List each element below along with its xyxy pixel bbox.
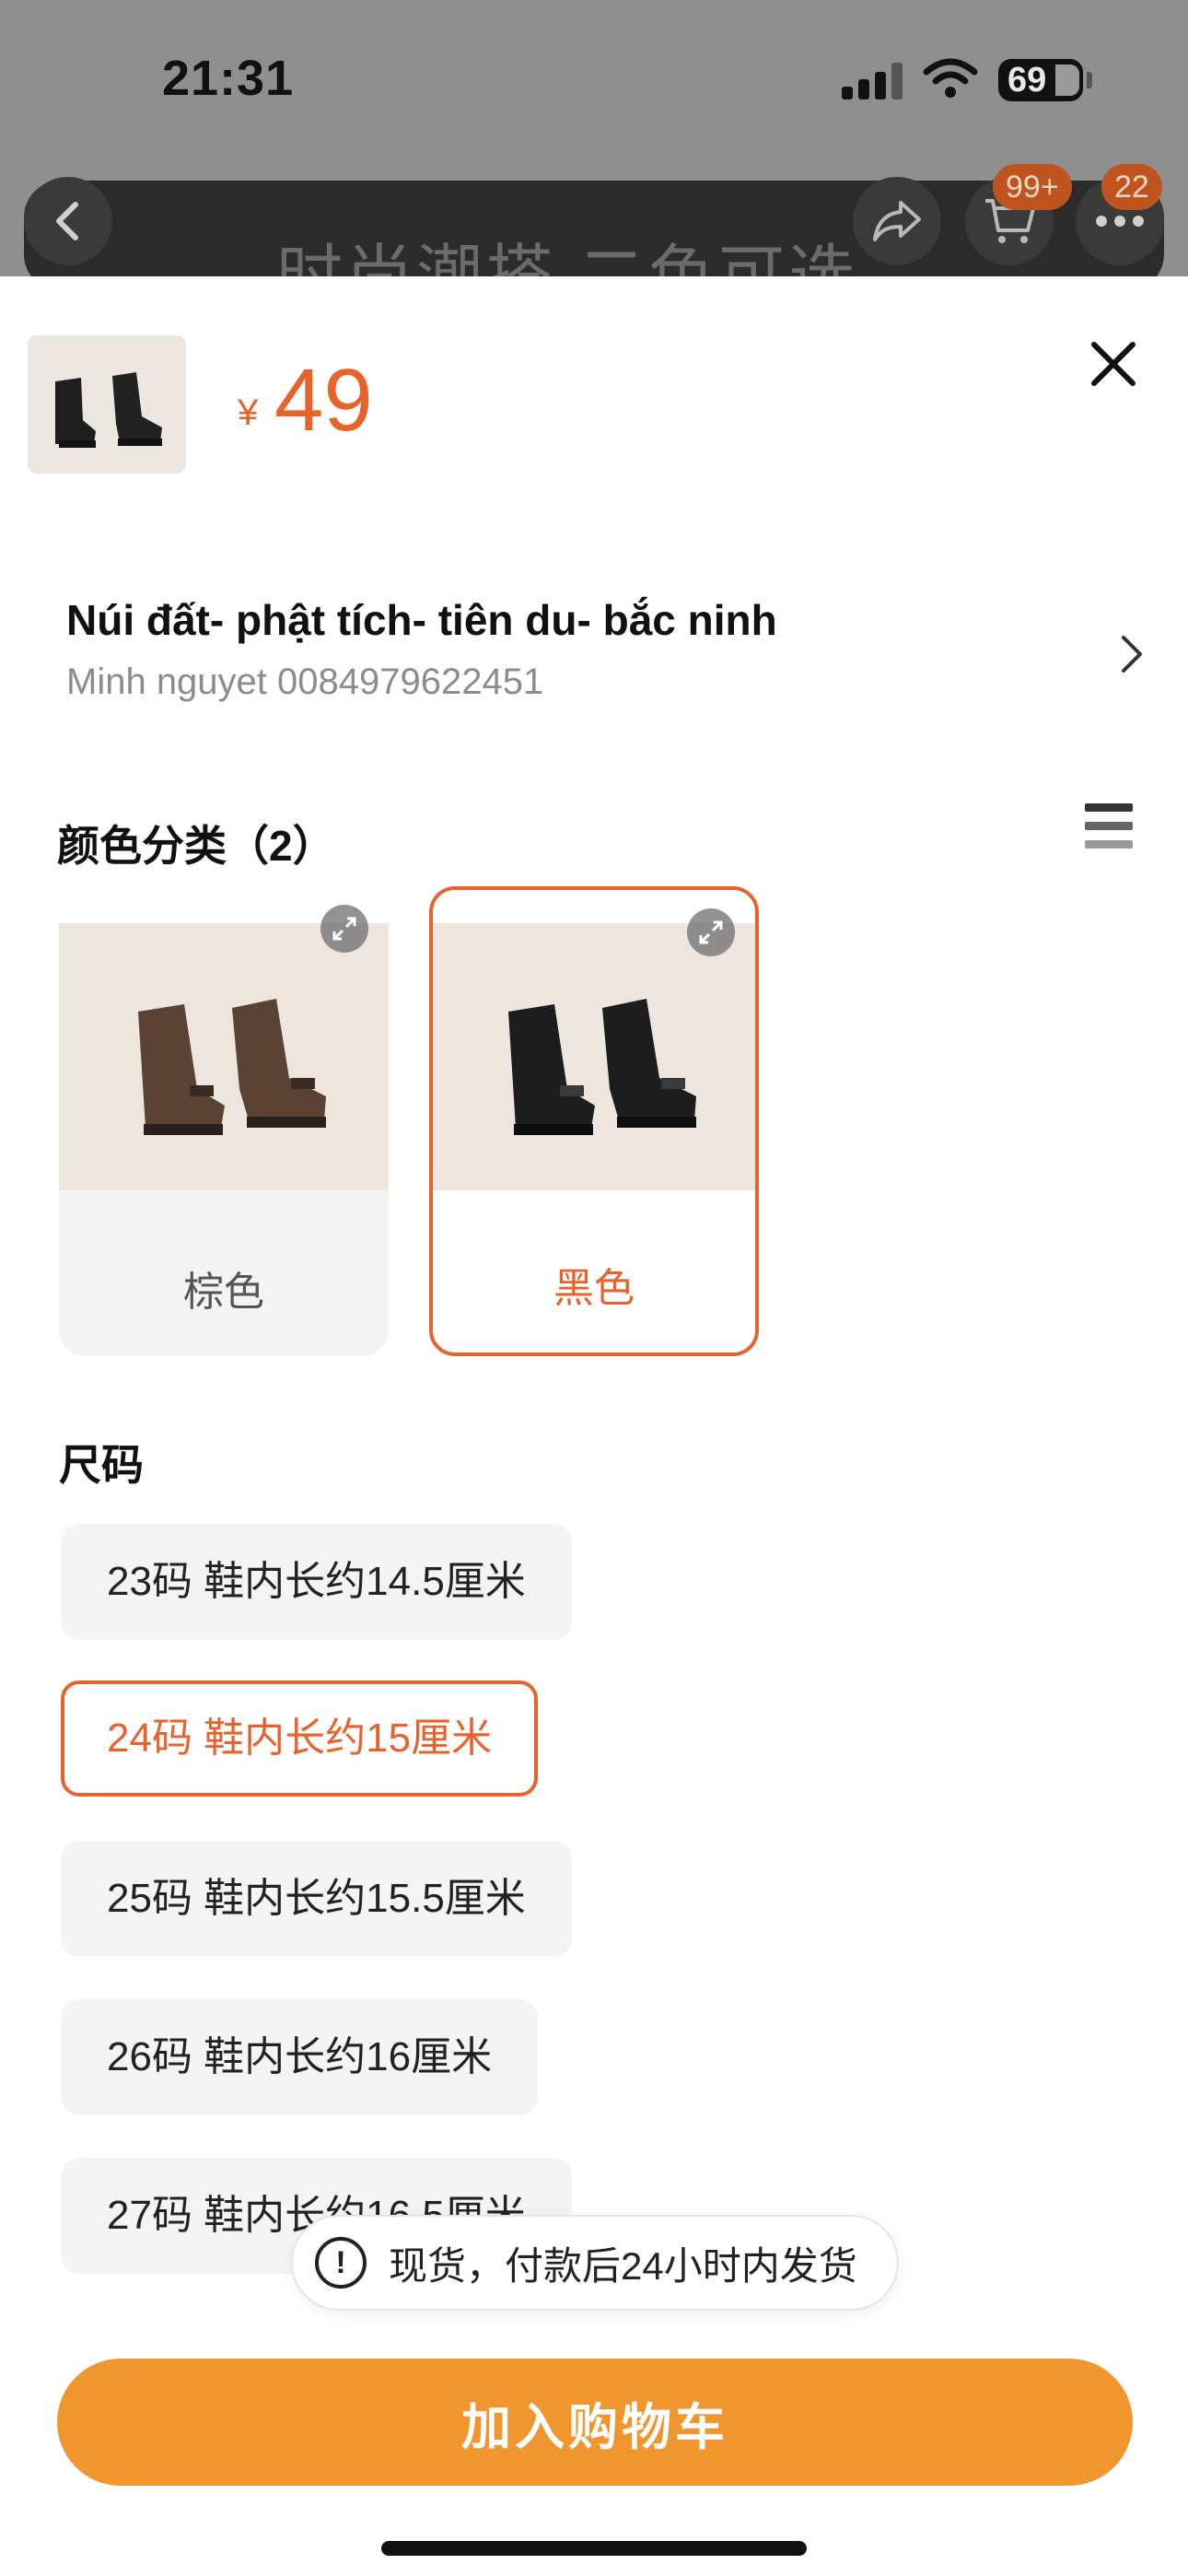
back-button[interactable]	[24, 177, 112, 265]
more-count-badge: 22	[1101, 164, 1162, 210]
status-time: 21:31	[162, 51, 295, 106]
size-section-title: 尺码	[59, 1441, 144, 1489]
color-option-image	[59, 923, 389, 1190]
size-option-26[interactable]: 26码 鞋内长约16厘米	[61, 1999, 539, 2115]
list-layout-toggle-icon[interactable]	[1085, 803, 1133, 851]
share-icon	[873, 201, 921, 241]
cart-count-badge: 99+	[993, 164, 1072, 210]
exclamation-icon: !	[315, 2237, 367, 2289]
color-option-label: 棕色	[183, 1270, 264, 1315]
wifi-icon	[923, 58, 978, 98]
color-option-brown[interactable]: 棕色	[59, 886, 389, 1356]
expand-icon[interactable]	[320, 905, 368, 953]
battery-level: 69	[1007, 61, 1047, 100]
color-section-title: 颜色分类（2）	[57, 822, 335, 870]
product-thumbnail[interactable]	[28, 335, 186, 474]
address-line: Núi đất- phật tích- tiên du- bắc ninh	[66, 596, 777, 644]
boots-image	[28, 335, 186, 474]
color-option-label: 黑色	[553, 1266, 635, 1311]
shipping-address[interactable]: Núi đất- phật tích- tiên du- bắc ninh Mi…	[66, 595, 1125, 702]
price-currency: ¥	[238, 392, 259, 433]
share-button[interactable]	[853, 177, 941, 265]
color-option-image	[433, 923, 755, 1190]
add-to-cart-button[interactable]: 加入购物车	[57, 2359, 1133, 2486]
cellular-signal-icon	[842, 63, 903, 100]
size-option-23[interactable]: 23码 鞋内长约14.5厘米	[61, 1524, 572, 1640]
expand-icon[interactable]	[687, 908, 735, 956]
close-button[interactable]	[1087, 337, 1140, 391]
stock-notice-toast: ! 现货，付款后24小时内发货	[291, 2215, 899, 2311]
size-option-25[interactable]: 25码 鞋内长约15.5厘米	[61, 1841, 572, 1957]
price: 49	[274, 351, 373, 450]
status-bar: 21:31 69	[0, 0, 1188, 157]
close-icon	[1091, 342, 1136, 386]
chevron-left-icon	[56, 202, 78, 240]
chevron-right-icon[interactable]	[1118, 634, 1146, 674]
stock-notice-text: 现货，付款后24小时内发货	[389, 2243, 857, 2288]
background-product-title: 时尚潮搭 二色可选	[276, 240, 859, 276]
address-contact: Minh nguyet 0084979622451	[66, 662, 544, 702]
size-option-24[interactable]: 24码 鞋内长约15厘米	[61, 1680, 539, 1797]
battery-indicator: 69	[998, 59, 1083, 101]
battery-cap	[1087, 72, 1092, 88]
black-boots-image	[433, 923, 755, 1190]
more-dots-icon	[1096, 216, 1144, 227]
home-indicator[interactable]	[381, 2541, 807, 2556]
color-option-black[interactable]: 黑色	[429, 886, 759, 1356]
background-page-dimmed: 时尚潮搭 二色可选 99+ 22 21:31 69	[0, 0, 1188, 276]
brown-boots-image	[59, 923, 389, 1190]
